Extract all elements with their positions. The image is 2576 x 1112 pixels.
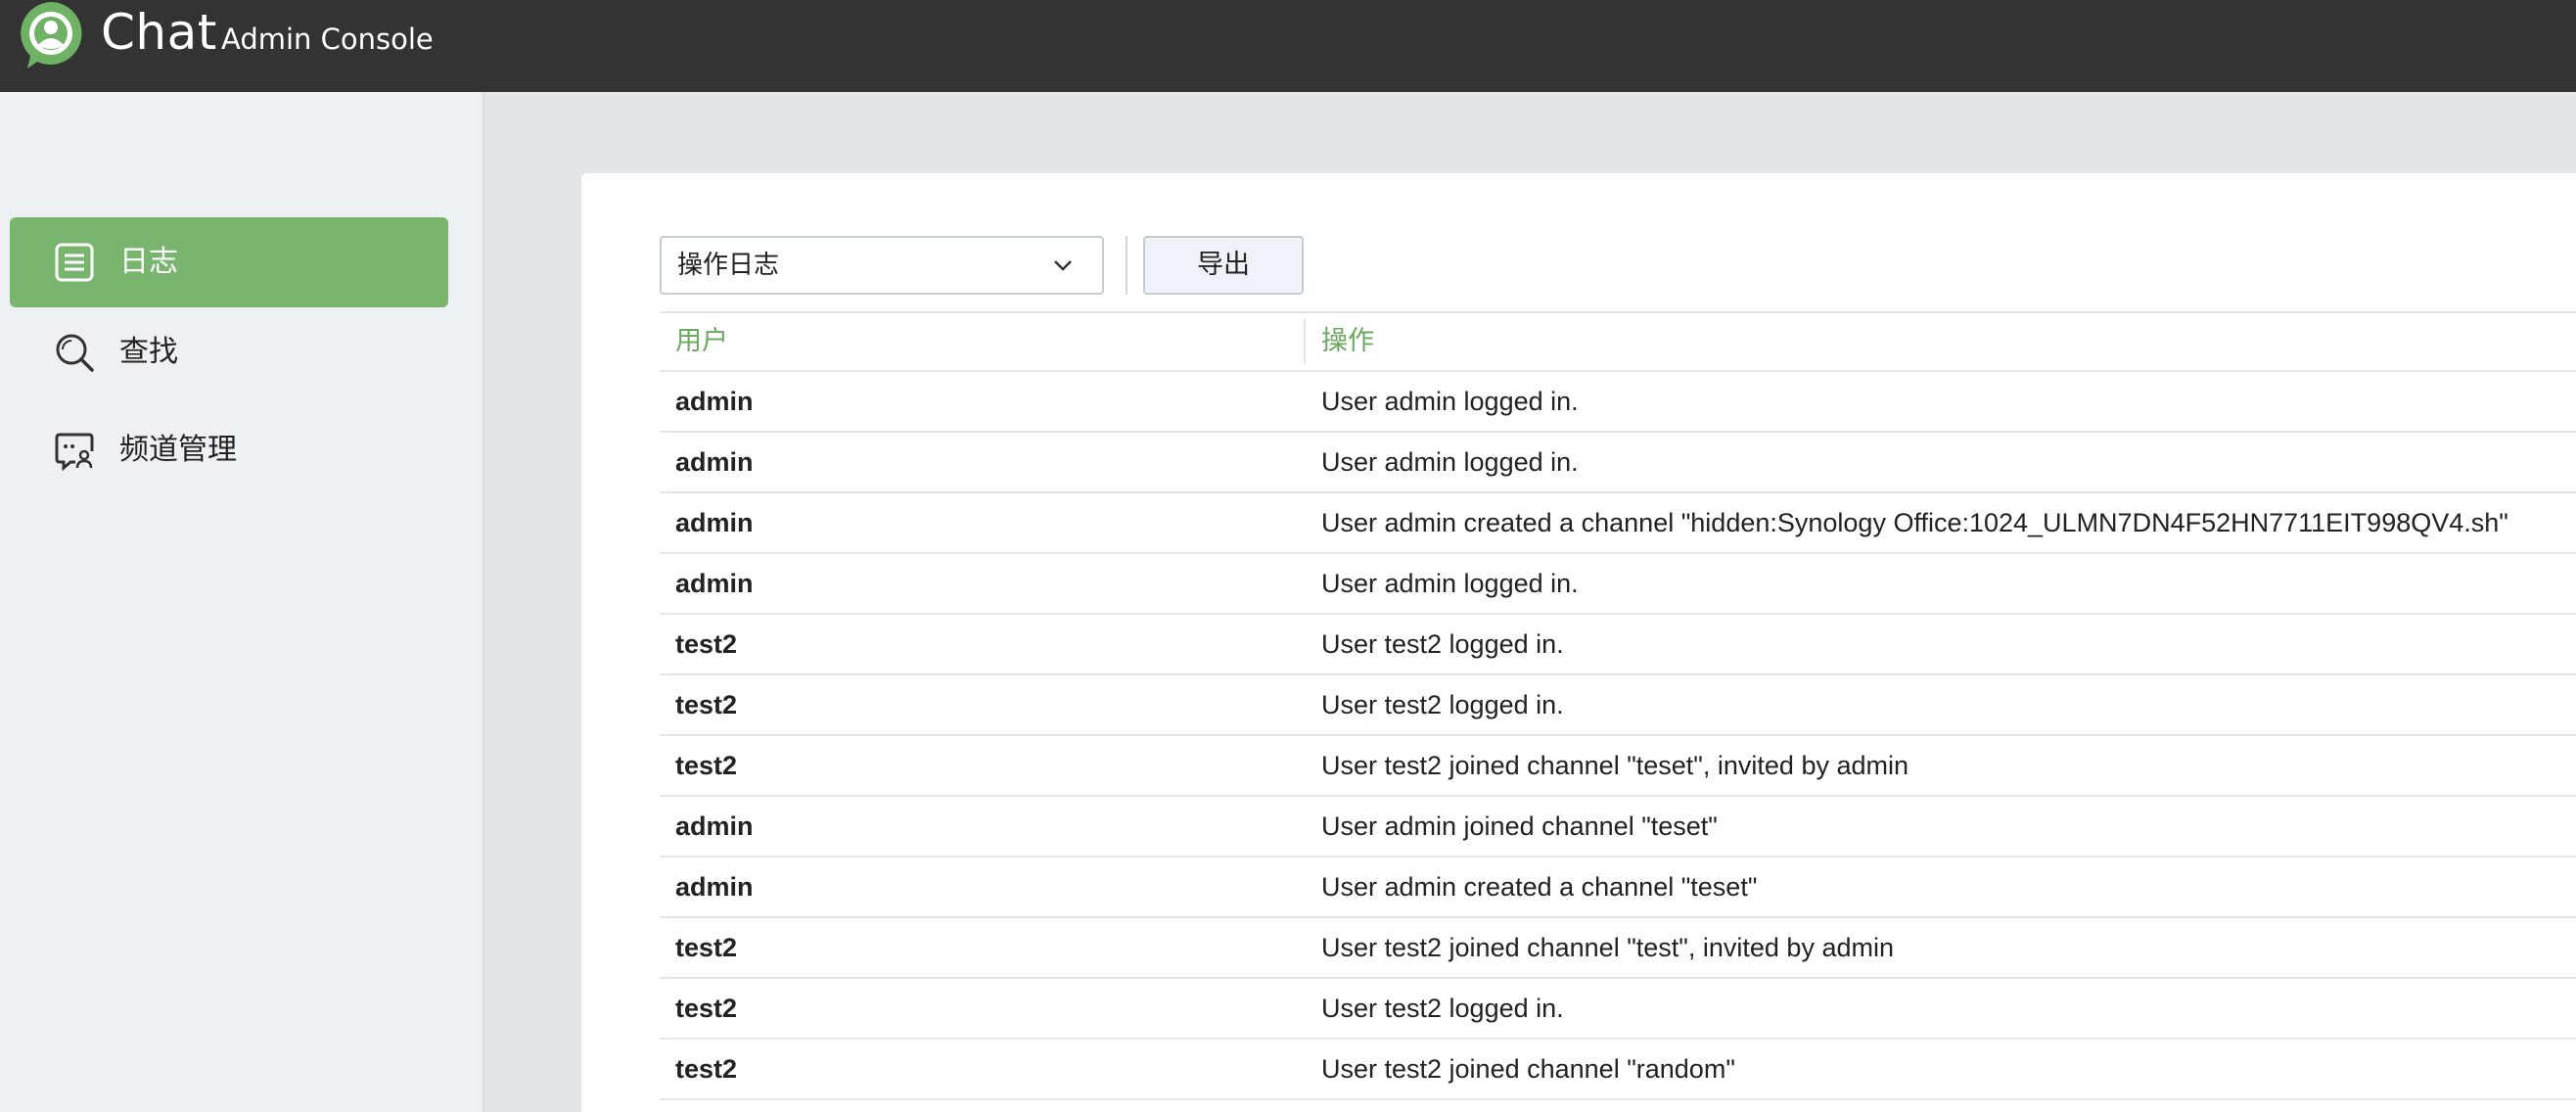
row-action: User admin logged in. [1321, 447, 1579, 477]
table-row[interactable]: admin User admin logged in. [660, 372, 2576, 433]
toolbar-divider [1126, 236, 1127, 295]
table-row[interactable]: admin User admin joined channel "teset" [660, 797, 2576, 857]
table-header: 用户 操作 [660, 311, 2576, 372]
table-row[interactable]: test2 User test2 logged in. [660, 979, 2576, 1040]
row-action: User admin joined channel "teset" [1321, 811, 1718, 841]
app-subtitle: Admin Console [221, 23, 434, 56]
row-action: User test2 joined channel "random" [1321, 1054, 1735, 1084]
column-header-action[interactable]: 操作 [1321, 313, 1374, 370]
row-user: admin [675, 508, 754, 537]
log-panel: 操作日志 导出 用户 操作 admin User admin logged in… [581, 173, 2576, 1112]
row-user: admin [675, 872, 754, 902]
log-table: 用户 操作 admin User admin logged in. admin … [660, 311, 2576, 1100]
table-row[interactable]: test2 User test2 joined channel "test", … [660, 918, 2576, 979]
chevron-down-icon [1054, 260, 1072, 271]
log-list-icon [55, 243, 94, 282]
row-user: admin [675, 569, 754, 598]
sidebar-item-label: 日志 [119, 245, 178, 279]
row-user: test2 [675, 751, 738, 780]
row-user: admin [675, 447, 754, 477]
table-row[interactable]: test2 User test2 joined channel "random" [660, 1040, 2576, 1100]
row-action: User test2 logged in. [1321, 690, 1564, 719]
row-user: admin [675, 811, 754, 841]
row-action: User admin logged in. [1321, 387, 1579, 416]
sidebar: 设置 日志 查找 频道管理 [0, 92, 484, 1112]
row-user: test2 [675, 690, 738, 719]
row-action: User admin created a channel "hidden:Syn… [1321, 508, 2508, 537]
search-icon [56, 334, 94, 372]
table-row[interactable]: admin User admin logged in. [660, 554, 2576, 615]
row-user: test2 [675, 933, 738, 962]
row-action: User test2 logged in. [1321, 629, 1564, 659]
row-user: test2 [675, 629, 738, 659]
row-action: User test2 joined channel "test", invite… [1321, 933, 1894, 962]
table-row[interactable]: admin User admin created a channel "tese… [660, 857, 2576, 918]
table-row[interactable]: admin User admin logged in. [660, 433, 2576, 493]
row-action: User admin logged in. [1321, 569, 1579, 598]
sidebar-item-channel-management[interactable]: 频道管理 [10, 405, 448, 495]
log-type-value: 操作日志 [677, 251, 780, 280]
sidebar-item-search[interactable]: 查找 [10, 307, 448, 397]
sidebar-item-label: 查找 [119, 335, 178, 369]
chat-logo-icon [21, 2, 82, 69]
top-bar: Chat Admin Console [0, 0, 2576, 92]
column-divider [1304, 319, 1306, 364]
table-row[interactable]: test2 User test2 logged in. [660, 615, 2576, 675]
channel-manage-icon [55, 433, 94, 471]
app-title: Chat [101, 4, 217, 61]
export-button[interactable]: 导出 [1143, 236, 1304, 295]
row-action: User test2 logged in. [1321, 994, 1564, 1023]
row-user: admin [675, 387, 754, 416]
row-user: test2 [675, 994, 738, 1023]
table-row[interactable]: admin User admin created a channel "hidd… [660, 493, 2576, 554]
sidebar-item-label: 频道管理 [119, 433, 237, 467]
table-row[interactable]: test2 User test2 joined channel "teset",… [660, 736, 2576, 797]
column-header-user[interactable]: 用户 [675, 313, 728, 370]
log-type-select[interactable]: 操作日志 [660, 236, 1104, 295]
sidebar-item-logs[interactable]: 日志 [10, 217, 448, 307]
row-action: User test2 joined channel "teset", invit… [1321, 751, 1909, 780]
row-user: test2 [675, 1054, 738, 1084]
row-action: User admin created a channel "teset" [1321, 872, 1758, 902]
table-row[interactable]: test2 User test2 logged in. [660, 675, 2576, 736]
